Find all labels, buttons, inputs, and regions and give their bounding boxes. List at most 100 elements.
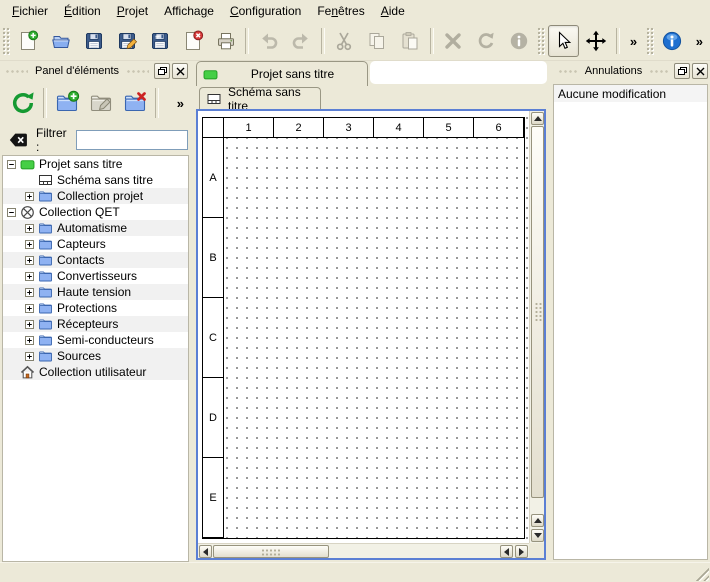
expand-plus-icon[interactable] [25,304,34,313]
delete-category-button[interactable] [118,86,152,120]
save-as-button[interactable] [111,25,142,57]
redo-icon [290,30,312,52]
elements-panel-title: Panel d'éléments [31,65,123,77]
scroll-left-button[interactable] [199,545,212,558]
undo-list-item[interactable]: Aucune modification [554,85,707,102]
tree-item[interactable]: Contacts [3,252,188,268]
expand-plus-icon[interactable] [25,240,34,249]
row-header: D [203,378,224,458]
horizontal-scroll-thumb[interactable] [213,545,329,558]
expand-plus-icon[interactable] [25,336,34,345]
vertical-scrollbar[interactable] [529,111,544,543]
move-tool-button[interactable] [581,25,612,57]
expand-plus-icon[interactable] [25,256,34,265]
qet-icon [20,205,35,220]
paste-icon [399,30,421,52]
menu-projet[interactable]: Projet [109,1,156,21]
expand-plus-icon[interactable] [25,192,34,201]
toolbar-overflow-button-2[interactable]: » [690,25,709,57]
tree-item[interactable]: Automatisme [3,220,188,236]
reload-collections-button[interactable] [6,86,40,120]
about-button[interactable] [657,25,688,57]
scroll-up-button-2[interactable] [531,514,544,527]
schema-view[interactable]: 123456 ABCDE [196,109,546,560]
menu-affichage[interactable]: Affichage [156,1,222,21]
close-dock-button[interactable] [692,63,708,79]
rotate-icon [475,30,497,52]
float-dock-button[interactable] [674,63,690,79]
tree-item-label: Projet sans titre [39,157,122,171]
menu-edition[interactable]: Édition [56,1,109,21]
tree-item-label: Convertisseurs [57,269,137,283]
toolbar-drag-handle[interactable] [537,27,545,55]
dock-grip[interactable] [126,68,149,75]
resize-grip[interactable] [694,566,709,581]
print-button[interactable] [210,25,241,57]
panel-overflow-button[interactable]: » [177,96,184,111]
dock-grip[interactable] [558,68,578,75]
scroll-down-button[interactable] [531,529,544,542]
toolbar-drag-handle[interactable] [646,27,654,55]
new-category-button[interactable] [50,86,84,120]
menu-configuration[interactable]: Configuration [222,1,309,21]
expand-plus-icon[interactable] [25,224,34,233]
open-file-button[interactable] [46,25,77,57]
expand-plus-icon[interactable] [25,352,34,361]
filter-input[interactable] [76,130,188,150]
expand-plus-icon[interactable] [25,320,34,329]
tree-item[interactable]: Capteurs [3,236,188,252]
menu-aide[interactable]: Aide [373,1,413,21]
collapse-minus-icon[interactable] [7,208,16,217]
object-info-button [503,25,534,57]
elements-tree: Projet sans titreSchéma sans titreCollec… [2,155,189,562]
toolbar-separator [43,88,47,118]
tree-item[interactable]: Sources [3,348,188,364]
column-header: 6 [474,118,524,138]
tree-item[interactable]: Haute tension [3,284,188,300]
new-file-button[interactable] [13,25,44,57]
column-header: 1 [224,118,274,138]
tree-item[interactable]: Schéma sans titre [3,172,188,188]
tree-item-label: Collection QET [39,205,120,219]
float-dock-button[interactable] [154,63,170,79]
save-button[interactable] [79,25,110,57]
dock-grip[interactable] [649,68,669,75]
scroll-left-button-2[interactable] [500,545,513,558]
close-dock-button[interactable] [172,63,188,79]
clear-filter-icon[interactable] [8,130,28,150]
save-all-button[interactable] [144,25,175,57]
folder-delete-icon [122,90,148,116]
tree-item[interactable]: Collection QET [3,204,188,220]
tree-item-label: Contacts [57,253,104,267]
tree-item[interactable]: Convertisseurs [3,268,188,284]
new-file-icon [17,30,39,52]
tree-item[interactable]: Protections [3,300,188,316]
toolbar-drag-handle[interactable] [2,27,10,55]
dock-grip[interactable] [5,68,28,75]
tree-item-label: Collection utilisateur [39,365,146,379]
tab-project[interactable]: Projet sans titre [196,61,368,86]
horizontal-scrollbar[interactable] [198,543,529,558]
tree-item[interactable]: Récepteurs [3,316,188,332]
tree-item[interactable]: Projet sans titre [3,156,188,172]
folder-icon [38,269,53,283]
tree-item[interactable]: Collection projet [3,188,188,204]
folder-icon [38,333,53,347]
column-header: 2 [274,118,324,138]
vertical-scroll-thumb[interactable] [531,126,544,498]
collapse-minus-icon[interactable] [7,160,16,169]
tree-item[interactable]: Collection utilisateur [3,364,188,380]
scroll-right-button[interactable] [515,545,528,558]
scroll-up-button[interactable] [531,112,544,125]
select-tool-button[interactable] [548,25,579,57]
tree-item[interactable]: Semi-conducteurs [3,332,188,348]
menu-fichier[interactable]: Fichier [4,1,56,21]
tab-schema[interactable]: Schéma sans titre [199,87,321,109]
expand-plus-icon[interactable] [25,272,34,281]
toolbar-overflow-button[interactable]: » [624,25,643,57]
schema-canvas[interactable]: 123456 ABCDE [198,111,529,543]
close-file-button[interactable] [177,25,208,57]
expand-plus-icon[interactable] [25,288,34,297]
menu-fenetres[interactable]: Fenêtres [309,1,372,21]
folder-icon [38,189,53,203]
